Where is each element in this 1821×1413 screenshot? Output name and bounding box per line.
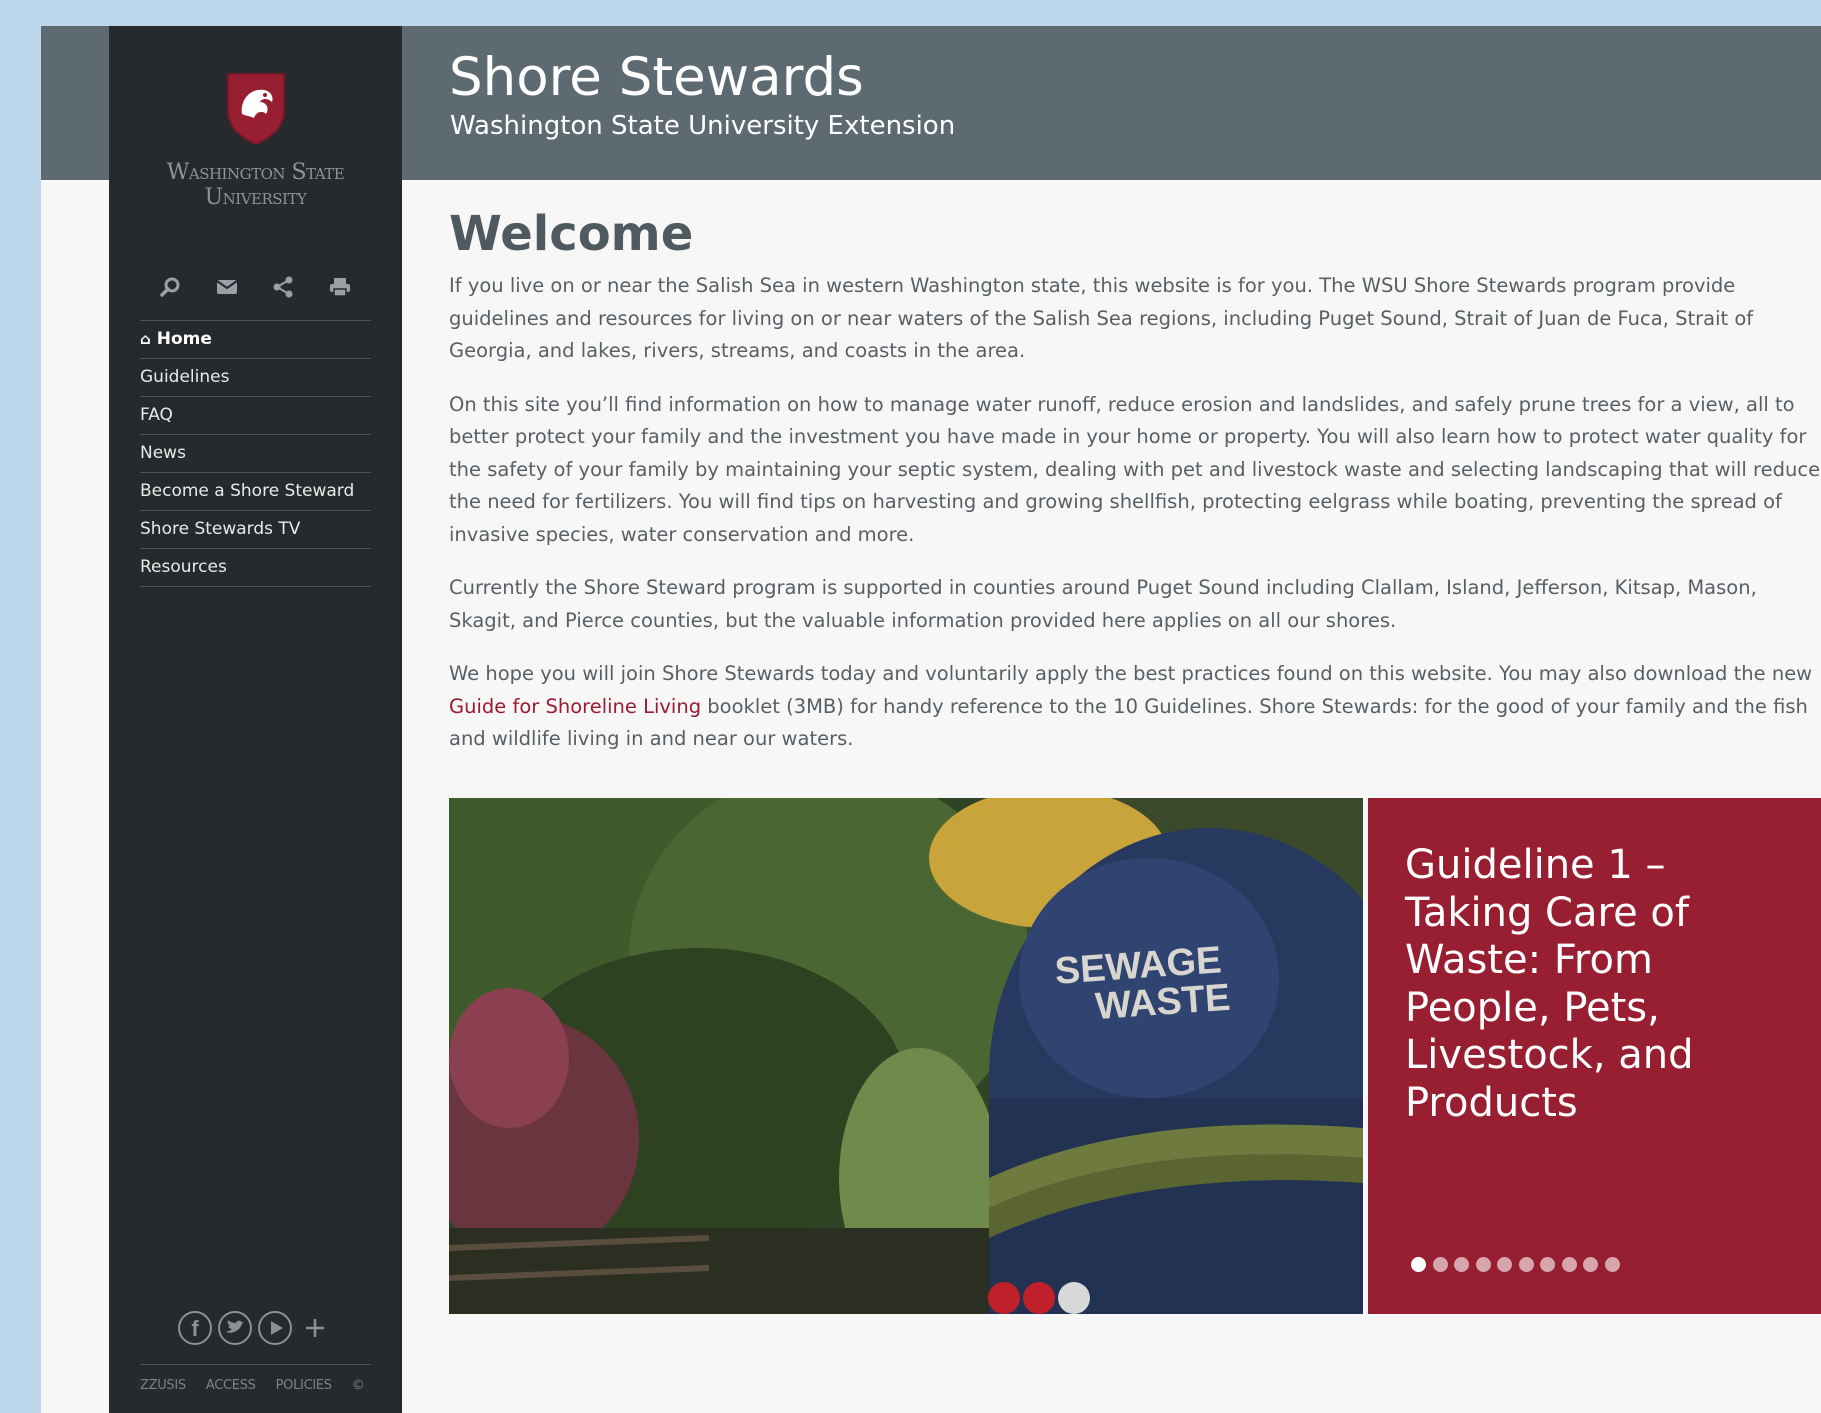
sidebar-nav: ⌂ Home Guidelines FAQ News Become a Shore… <box>140 320 371 587</box>
nav-item-resources[interactable]: Resources <box>140 548 371 587</box>
social-links: f <box>177 1308 337 1348</box>
footer-link-policies[interactable]: POLICIES <box>276 1378 332 1393</box>
slide-caption-panel[interactable]: Guideline 1 – Taking Care of Waste: From… <box>1368 798 1821 1314</box>
nav-item-label: Guidelines <box>140 367 230 387</box>
site-title[interactable]: Shore Stewards <box>449 46 864 110</box>
nav-item-guidelines[interactable]: Guidelines <box>140 358 371 396</box>
guideline-slider: SEWAGE WASTE Guideline 1 – Taking Care o… <box>449 798 1821 1314</box>
slider-dot[interactable] <box>1540 1257 1555 1272</box>
wsu-logo[interactable]: Washington State University <box>109 70 402 210</box>
slider-dots <box>1411 1257 1620 1272</box>
page-title: Welcome <box>449 206 694 262</box>
slider-dot[interactable] <box>1432 1257 1448 1272</box>
logo-text-line2: University <box>204 185 307 210</box>
page: Washington State University ⌂ Home Guidel… <box>41 26 1821 1413</box>
nav-item-home[interactable]: ⌂ Home <box>140 320 371 358</box>
footer-divider <box>140 1364 371 1365</box>
footer-link-copyright[interactable]: © <box>352 1378 365 1393</box>
intro-paragraph-1: If you live on or near the Salish Sea in… <box>449 274 1754 362</box>
youtube-icon[interactable] <box>257 1310 293 1346</box>
cougar-shield-icon <box>226 73 285 146</box>
nav-item-faq[interactable]: FAQ <box>140 396 371 434</box>
search-icon[interactable] <box>155 272 185 302</box>
intro-paragraph-3: Currently the Shore Steward program is s… <box>449 576 1757 632</box>
slider-dot[interactable] <box>1604 1257 1620 1272</box>
home-icon: ⌂ <box>140 330 151 348</box>
plus-icon[interactable] <box>297 1310 333 1346</box>
facebook-icon[interactable]: f <box>177 1310 213 1346</box>
site-subtitle: Washington State University Extension <box>450 111 956 141</box>
nav-item-label: Resources <box>140 557 227 577</box>
footer-link-zzusis[interactable]: ZZUSIS <box>140 1378 186 1393</box>
print-icon[interactable] <box>325 272 355 302</box>
nav-item-label: News <box>140 443 186 463</box>
nav-item-shore-stewards-tv[interactable]: Shore Stewards TV <box>140 510 371 548</box>
slider-dot[interactable] <box>1454 1257 1469 1272</box>
nav-item-news[interactable]: News <box>140 434 371 472</box>
slider-dot[interactable] <box>1518 1257 1534 1272</box>
tool-bar <box>155 272 355 302</box>
slider-dot[interactable] <box>1583 1257 1598 1272</box>
nav-item-label: Become a Shore Steward <box>140 481 355 501</box>
intro-paragraph-2: On this site you’ll find information on … <box>449 392 1821 546</box>
share-icon[interactable] <box>268 272 298 302</box>
slider-dot[interactable] <box>1475 1257 1491 1272</box>
slider-dot[interactable] <box>1561 1257 1577 1272</box>
twitter-icon[interactable] <box>217 1310 253 1346</box>
footer-link-access[interactable]: ACCESS <box>206 1378 256 1393</box>
sidebar: Washington State University ⌂ Home Guidel… <box>109 26 402 1413</box>
slide-title[interactable]: Guideline 1 – Taking Care of Waste: From… <box>1405 842 1805 1127</box>
mail-icon[interactable] <box>212 272 242 302</box>
nav-item-label: FAQ <box>140 405 173 425</box>
nav-item-become-steward[interactable]: Become a Shore Steward <box>140 472 371 510</box>
logo-text-line1: Washington State <box>166 160 345 185</box>
nav-item-label: Home <box>156 329 212 349</box>
footer-links: ZZUSIS ACCESS POLICIES © <box>140 1378 380 1393</box>
svg-text:f: f <box>191 1316 199 1341</box>
intro-paragraph-4: We hope you will join Shore Stewards tod… <box>449 658 1821 756</box>
paragraph-text: We hope you will join Shore Stewards tod… <box>449 662 1813 685</box>
guide-link[interactable]: Guide for Shoreline Living <box>449 695 701 718</box>
slide-image[interactable]: SEWAGE WASTE <box>449 798 1363 1314</box>
slider-dot[interactable] <box>1411 1257 1426 1272</box>
main-content: If you live on or near the Salish Sea in… <box>449 270 1821 777</box>
nav-item-label: Shore Stewards TV <box>140 519 301 539</box>
slider-dot[interactable] <box>1497 1257 1512 1272</box>
